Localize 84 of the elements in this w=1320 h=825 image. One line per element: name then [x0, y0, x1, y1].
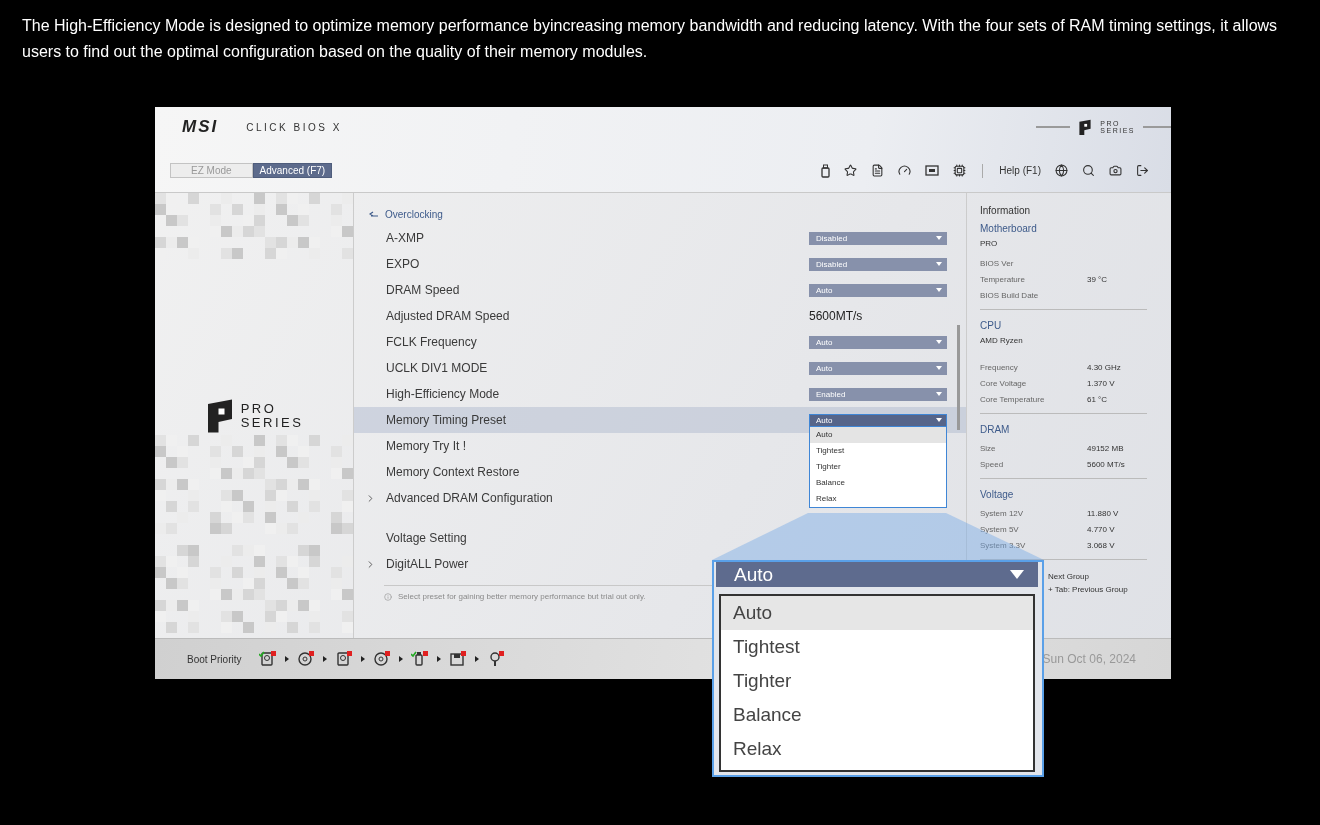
series-logo-icon — [1078, 118, 1093, 136]
setting-label[interactable]: High-Efficiency Mode — [386, 387, 500, 401]
info-label: Core Voltage — [980, 378, 1028, 388]
arrow-icon — [437, 656, 442, 662]
info-label: Size — [980, 443, 997, 453]
group-name: AMD Ryzen — [980, 336, 1024, 347]
network-boot-icon[interactable] — [487, 651, 506, 667]
gauge-icon[interactable] — [898, 164, 912, 177]
info-value: 61 °C — [1087, 394, 1108, 404]
drive-boot-icon[interactable] — [335, 651, 354, 667]
search-icon[interactable] — [1082, 164, 1095, 177]
arrow-icon — [323, 656, 328, 662]
key-help-text: Next Group — [1048, 571, 1090, 583]
language-icon[interactable] — [1055, 164, 1068, 177]
info-value: 39 °C — [1087, 274, 1108, 284]
setting-label[interactable]: UCLK DIV1 MODE — [386, 361, 488, 375]
magnified-option[interactable]: Auto — [721, 596, 1033, 630]
camera-icon[interactable] — [1109, 164, 1122, 177]
setting-dropdown[interactable]: Auto — [809, 413, 947, 427]
info-label: System 12V — [980, 508, 1025, 518]
dropdown-option[interactable]: Auto — [810, 427, 946, 443]
setting-label[interactable]: Memory Timing Preset — [386, 413, 507, 427]
usb-boot-icon[interactable] — [411, 651, 430, 667]
disc-boot-icon[interactable] — [297, 651, 316, 667]
info-title: Information — [980, 205, 1032, 218]
setting-label[interactable]: EXPO — [386, 257, 420, 271]
usb-drive-icon[interactable] — [821, 163, 831, 178]
group-title: Motherboard — [980, 223, 1038, 236]
setting-label[interactable]: A-XMP — [386, 231, 424, 245]
info-value: 49152 MB — [1087, 443, 1124, 453]
info-icon — [384, 592, 392, 601]
info-value: 4.770 V — [1087, 524, 1115, 534]
setting-label[interactable]: Memory Context Restore — [386, 465, 520, 479]
info-label: BIOS Ver — [980, 258, 1015, 268]
info-value: 5600 MT/s — [1087, 459, 1125, 469]
info-label: Temperature — [980, 274, 1026, 284]
info-label: Core Temperature — [980, 394, 1046, 404]
floppy-boot-icon[interactable] — [449, 651, 468, 667]
info-value: 11.880 V — [1087, 508, 1119, 518]
arrow-icon — [361, 656, 366, 662]
file-icon[interactable] — [871, 164, 885, 177]
info-value: 1.370 V — [1087, 378, 1115, 388]
help-link[interactable]: Help (F1) — [999, 165, 1041, 176]
setting-value: 5600MT/s — [809, 309, 864, 323]
arrow-icon — [285, 656, 290, 662]
info-value: 3.068 V — [1087, 540, 1115, 550]
group-title: CPU — [980, 320, 1003, 333]
info-label: Speed — [980, 459, 1005, 469]
arrow-icon — [475, 656, 480, 662]
setting-label[interactable]: DigitALL Power — [386, 557, 469, 571]
caption-text: The High-Efficiency Mode is designed to optimize memory performance byincreasing memory bandwidth and reducing latency. With the four sets of RAM timing settings, it allows users to find out the optimal configuration based on the quality of their memory modules. — [21, 16, 1279, 62]
magnified-dropdown[interactable]: Auto — [716, 562, 1038, 587]
info-label: BIOS Build Date — [980, 290, 1040, 300]
group-title: Voltage — [980, 489, 1015, 502]
boot-priority-label: Boot Priority — [187, 653, 242, 665]
info-label: System 3.3V — [980, 540, 1027, 550]
mode-tab[interactable]: Advanced (F7) — [252, 163, 333, 178]
back-icon[interactable] — [369, 210, 379, 218]
product-title: CLICK BIOS X — [246, 121, 342, 133]
board-icon[interactable] — [925, 165, 940, 176]
group-name: PRO — [980, 239, 999, 250]
info-value: 4.30 GHz — [1087, 362, 1121, 372]
star-icon[interactable] — [844, 164, 858, 177]
breadcrumb-link[interactable]: Overclocking — [385, 208, 443, 220]
chip-icon[interactable] — [953, 164, 967, 177]
exit-icon[interactable] — [1136, 164, 1149, 177]
date-text: Sun Oct 06, 2024 — [1042, 652, 1136, 666]
arrow-icon — [399, 656, 404, 662]
info-label: Frequency — [980, 362, 1019, 372]
drive-boot-icon[interactable] — [259, 651, 278, 667]
setting-label[interactable]: DRAM Speed — [386, 283, 460, 297]
setting-label[interactable]: Adjusted DRAM Speed — [386, 309, 510, 323]
setting-label[interactable]: FCLK Frequency — [386, 335, 477, 349]
setting-label[interactable]: Advanced DRAM Configuration — [386, 491, 553, 505]
disc-boot-icon[interactable] — [373, 651, 392, 667]
hint-text: Select preset for gaining better memory performance but trial out only. — [398, 592, 646, 601]
key-help-text: + Tab: Previous Group — [1048, 584, 1129, 596]
info-label: System 5V — [980, 524, 1020, 534]
setting-label[interactable]: Memory Try It ! — [386, 439, 466, 453]
brand-logo: MSI — [182, 117, 219, 137]
scrollbar[interactable] — [957, 325, 960, 430]
setting-label[interactable]: Voltage Setting — [386, 531, 467, 545]
group-title: DRAM — [980, 424, 1011, 437]
series-logo-text: PRO SERIES — [240, 401, 304, 430]
